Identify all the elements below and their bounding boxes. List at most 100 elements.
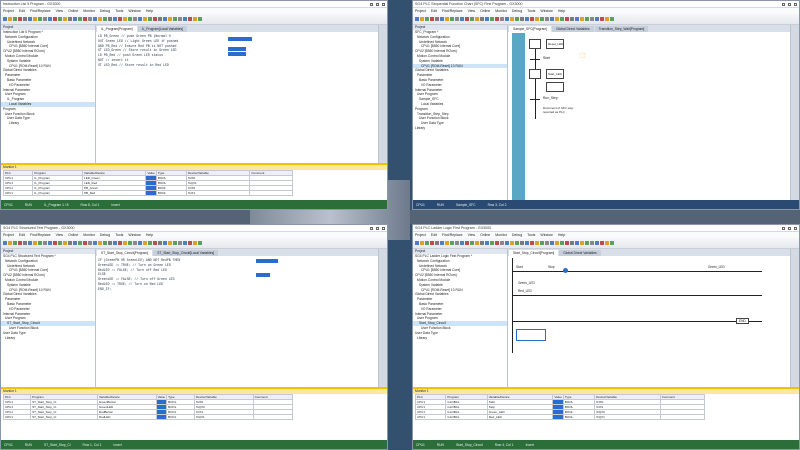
close-icon[interactable] [794, 2, 797, 6]
toolbar-button-icon[interactable] [470, 241, 474, 245]
toolbar-button-icon[interactable] [430, 241, 434, 245]
toolbar-button-icon[interactable] [38, 241, 42, 245]
toolbar-button-icon[interactable] [560, 241, 564, 245]
toolbar-button-icon[interactable] [183, 241, 187, 245]
toolbar-button-icon[interactable] [178, 17, 182, 21]
toolbar-button-icon[interactable] [505, 241, 509, 245]
toolbar-button-icon[interactable] [63, 241, 67, 245]
toolbar-button-icon[interactable] [555, 17, 559, 21]
toolbar-button-icon[interactable] [188, 241, 192, 245]
toolbar-button-icon[interactable] [153, 17, 157, 21]
toolbar-button-icon[interactable] [600, 17, 604, 21]
toolbar-button-icon[interactable] [470, 17, 474, 21]
toolbar-button-icon[interactable] [3, 17, 7, 21]
toolbar-button-icon[interactable] [18, 17, 22, 21]
toolbar-button-icon[interactable] [63, 17, 67, 21]
toolbar-button-icon[interactable] [550, 17, 554, 21]
toolbar-button-icon[interactable] [575, 17, 579, 21]
toolbar-button-icon[interactable] [460, 17, 464, 21]
table-row[interactable]: CPU1 IL_Program PB_Red BOOL %IX1 [2, 190, 293, 196]
close-icon[interactable] [794, 226, 797, 230]
toolbar-button-icon[interactable] [48, 241, 52, 245]
table-row[interactable]: CPU1 ST_Start_Stop_Ci RedLED BOOL %QX1 [2, 414, 294, 420]
toolbar-button-icon[interactable] [525, 241, 529, 245]
menu-find[interactable]: Find/Replace [442, 9, 463, 13]
close-icon[interactable] [382, 2, 385, 6]
toolbar-button-icon[interactable] [38, 17, 42, 21]
toolbar-button-icon[interactable] [600, 241, 604, 245]
toolbar-button-icon[interactable] [465, 241, 469, 245]
toolbar-button-icon[interactable] [98, 17, 102, 21]
menu-online[interactable]: Online [68, 233, 78, 237]
toolbar-button-icon[interactable] [83, 241, 87, 245]
menu-view[interactable]: View [56, 233, 64, 237]
toolbar-button-icon[interactable] [605, 17, 609, 21]
toolbar-button-icon[interactable] [530, 17, 534, 21]
toolbar-button-icon[interactable] [540, 241, 544, 245]
tree-item[interactable]: Library [1, 121, 95, 126]
toolbar-button-icon[interactable] [108, 17, 112, 21]
toolbar-button-icon[interactable] [193, 241, 197, 245]
menu-monitor[interactable]: Monitor [495, 233, 507, 237]
toolbar-button-icon[interactable] [93, 17, 97, 21]
minimize-icon[interactable] [370, 2, 373, 6]
menu-project[interactable]: Project [3, 9, 14, 13]
menu-edit[interactable]: Edit [431, 9, 437, 13]
toolbar-button-icon[interactable] [28, 241, 32, 245]
toolbar-button-icon[interactable] [565, 17, 569, 21]
toolbar-button-icon[interactable] [575, 241, 579, 245]
toolbar-button-icon[interactable] [595, 17, 599, 21]
toolbar-button-icon[interactable] [123, 241, 127, 245]
menu-debug[interactable]: Debug [512, 233, 522, 237]
toolbar-button-icon[interactable] [13, 241, 17, 245]
toolbar-button-icon[interactable] [445, 241, 449, 245]
toolbar-button-icon[interactable] [83, 17, 87, 21]
toolbar-button-icon[interactable] [113, 241, 117, 245]
toolbar-button-icon[interactable] [128, 241, 132, 245]
menu-monitor[interactable]: Monitor [83, 233, 95, 237]
tree-item[interactable]: Library [1, 336, 95, 341]
toolbar-button-icon[interactable] [595, 241, 599, 245]
toolbar-button-icon[interactable] [460, 241, 464, 245]
sfc-editor[interactable]: Sample_SFC[Program] Global Direct Variab… [508, 25, 790, 200]
tree-item[interactable]: Library [413, 336, 507, 341]
column-header[interactable]: Value [145, 170, 157, 176]
table-row[interactable]: CPU1 GLOBAL Red_LED BOOL %QX1 [414, 414, 706, 420]
toolbar-button-icon[interactable] [585, 241, 589, 245]
toolbar-button-icon[interactable] [520, 17, 524, 21]
toolbar-button-icon[interactable] [495, 241, 499, 245]
maximize-icon[interactable] [788, 226, 791, 230]
toolbar-button-icon[interactable] [158, 17, 162, 21]
toolbar-button-icon[interactable] [33, 17, 37, 21]
column-header[interactable]: Value [552, 394, 564, 400]
code-line[interactable]: ST LED_Red // Store result in Red LED [98, 63, 178, 68]
toolbar-button-icon[interactable] [148, 17, 152, 21]
toolbar-button-icon[interactable] [43, 17, 47, 21]
toolbar-button-icon[interactable] [88, 17, 92, 21]
toolbar-button-icon[interactable] [133, 241, 137, 245]
toolbar-button-icon[interactable] [535, 241, 539, 245]
toolbar-button-icon[interactable] [565, 241, 569, 245]
toolbar-button-icon[interactable] [118, 241, 122, 245]
toolbar-button-icon[interactable] [420, 241, 424, 245]
toolbar-button-icon[interactable] [515, 241, 519, 245]
toolbar-button-icon[interactable] [480, 241, 484, 245]
toolbar-button-icon[interactable] [68, 17, 72, 21]
toolbar-button-icon[interactable] [23, 241, 27, 245]
toolbar-button-icon[interactable] [28, 17, 32, 21]
tab-transition-program[interactable]: Transition_Step_Wait[Program] [594, 26, 649, 32]
toolbar-button-icon[interactable] [550, 241, 554, 245]
code-line[interactable]: END_IF; [98, 287, 180, 292]
toolbar-button-icon[interactable] [163, 241, 167, 245]
toolbar-button-icon[interactable] [178, 241, 182, 245]
toolbar-button-icon[interactable] [590, 17, 594, 21]
toolbar-button-icon[interactable] [143, 241, 147, 245]
toolbar-button-icon[interactable] [93, 241, 97, 245]
toolbar-button-icon[interactable] [103, 241, 107, 245]
toolbar-button-icon[interactable] [183, 17, 187, 21]
toolbar-button-icon[interactable] [440, 241, 444, 245]
close-icon[interactable] [382, 226, 385, 230]
toolbar-button-icon[interactable] [148, 241, 152, 245]
toolbar-button-icon[interactable] [13, 17, 17, 21]
menu-view[interactable]: View [468, 233, 476, 237]
